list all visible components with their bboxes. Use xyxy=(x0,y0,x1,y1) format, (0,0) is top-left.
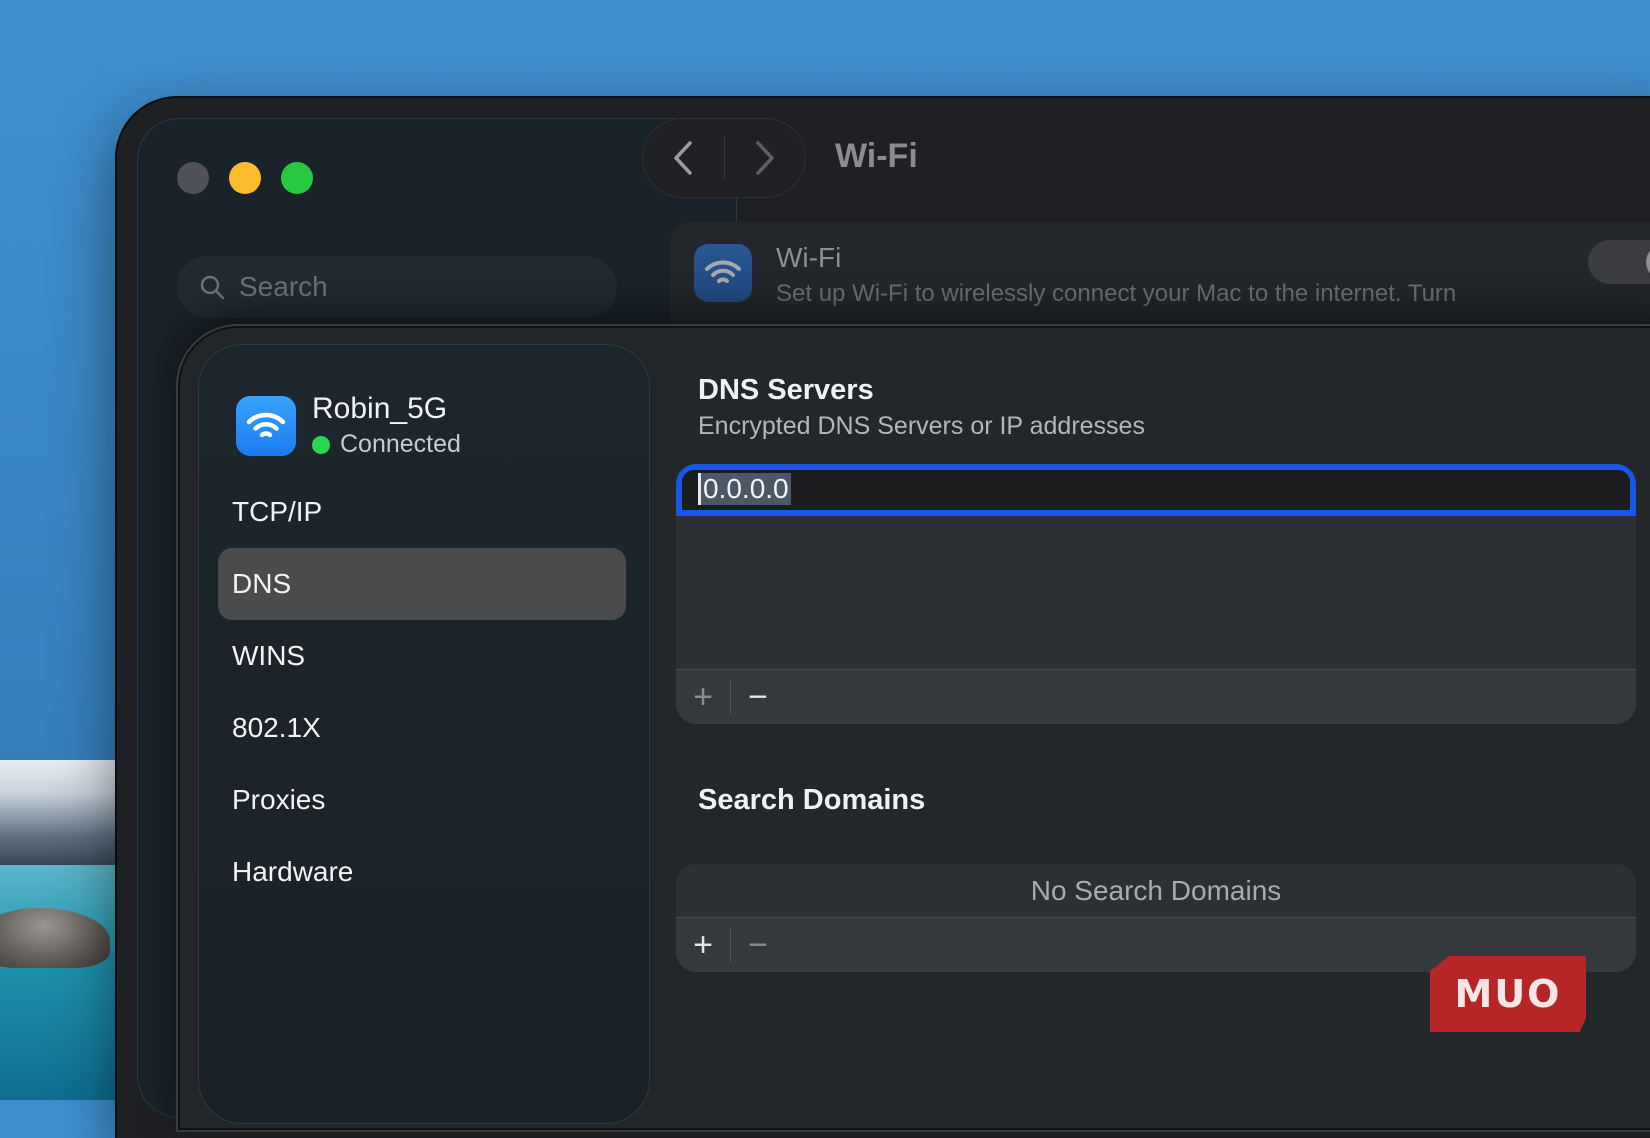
add-dns-server-button[interactable]: + xyxy=(676,670,730,724)
dns-server-entry-value: 0.0.0.0 xyxy=(698,473,791,505)
wifi-icon xyxy=(246,412,286,437)
menu-item-proxies[interactable]: Proxies xyxy=(218,764,626,836)
menu-item-dns[interactable]: DNS xyxy=(218,548,626,620)
search-domains-title: Search Domains xyxy=(698,784,926,816)
network-status-label: Connected xyxy=(340,430,461,458)
dns-servers-subtitle: Encrypted DNS Servers or IP addresses xyxy=(698,412,1145,440)
network-status: Connected xyxy=(312,430,461,459)
details-sidebar: Robin_5G Connected TCP/IP DNS WINS 802.1… xyxy=(198,344,650,1124)
chevron-left-icon xyxy=(674,141,692,175)
back-button[interactable] xyxy=(642,118,724,198)
remove-dns-server-button[interactable]: − xyxy=(731,670,785,724)
dns-servers-list: 0.0.0.0 + − xyxy=(676,464,1636,724)
maximize-window-button[interactable] xyxy=(281,162,313,194)
network-details-sheet: Robin_5G Connected TCP/IP DNS WINS 802.1… xyxy=(180,328,1650,1128)
search-domains-list: No Search Domains + − xyxy=(676,864,1636,972)
wallpaper-mountains xyxy=(0,760,130,870)
wallpaper-lake xyxy=(0,865,130,1100)
menu-item-tcpip[interactable]: TCP/IP xyxy=(218,476,626,548)
wallpaper-landscape xyxy=(0,760,130,1100)
network-name: Robin_5G xyxy=(312,392,448,425)
wifi-settings-card: Wi-Fi Set up Wi-Fi to wirelessly connect… xyxy=(670,222,1650,342)
add-search-domain-button[interactable]: + xyxy=(676,918,730,972)
remove-search-domain-button[interactable]: − xyxy=(731,918,785,972)
search-placeholder: Search xyxy=(239,271,328,302)
menu-item-wins[interactable]: WINS xyxy=(218,620,626,692)
network-wifi-icon xyxy=(236,395,296,456)
chevron-right-icon xyxy=(756,141,774,175)
settings-search-field[interactable]: Search xyxy=(177,256,617,318)
wifi-toggle[interactable] xyxy=(1588,240,1650,284)
connected-status-dot xyxy=(312,435,330,454)
window-title: Wi-Fi xyxy=(835,137,918,175)
menu-item-hardware[interactable]: Hardware xyxy=(218,836,626,908)
wifi-card-description: Set up Wi-Fi to wirelessly connect your … xyxy=(776,280,1457,307)
menu-item-8021x[interactable]: 802.1X xyxy=(218,692,626,764)
dns-list-footer: + − xyxy=(676,669,1636,724)
dns-server-entry-field[interactable]: 0.0.0.0 xyxy=(676,464,1636,516)
network-header: Robin_5G Connected xyxy=(236,392,461,459)
navigation-buttons xyxy=(642,118,806,198)
wifi-icon xyxy=(705,260,741,283)
forward-button[interactable] xyxy=(725,118,807,198)
no-search-domains-label: No Search Domains xyxy=(1030,875,1282,906)
details-menu: TCP/IP DNS WINS 802.1X Proxies Hardware xyxy=(218,476,626,908)
muo-watermark-logo: MUO xyxy=(1430,956,1586,1032)
wifi-card-title: Wi-Fi xyxy=(776,242,842,273)
close-window-button[interactable] xyxy=(177,162,209,194)
search-icon xyxy=(200,275,225,300)
minimize-window-button[interactable] xyxy=(229,162,261,194)
dns-servers-title: DNS Servers xyxy=(698,374,874,406)
wifi-app-icon xyxy=(694,244,752,302)
watermark-text: MUO xyxy=(1454,972,1562,1016)
